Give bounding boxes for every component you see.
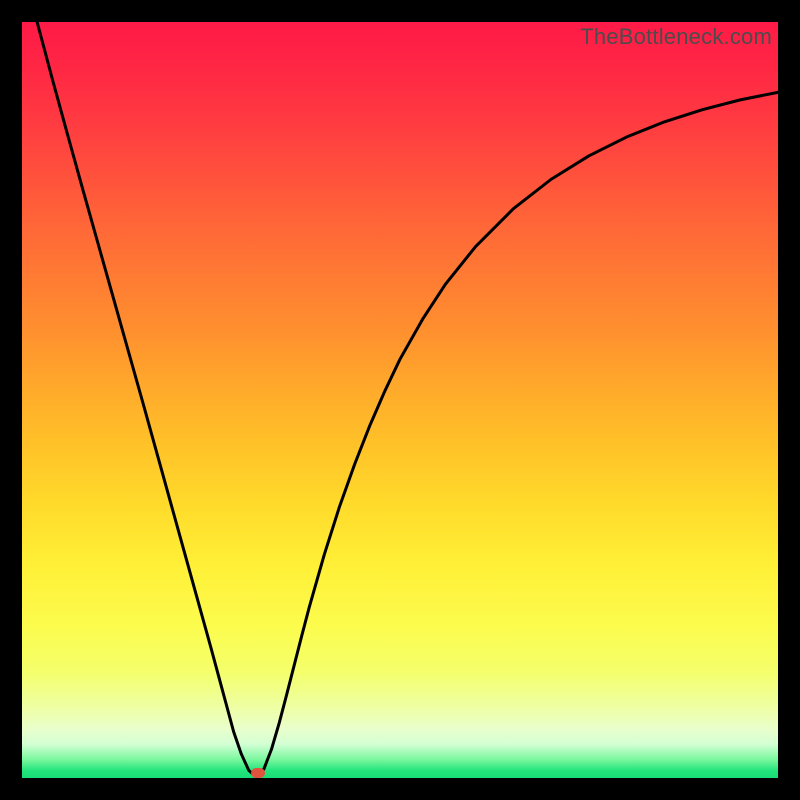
watermark-text: TheBottleneck.com <box>580 24 772 50</box>
plot-frame: TheBottleneck.com <box>22 22 778 778</box>
optimum-marker <box>251 768 265 778</box>
gradient-background <box>22 22 778 778</box>
